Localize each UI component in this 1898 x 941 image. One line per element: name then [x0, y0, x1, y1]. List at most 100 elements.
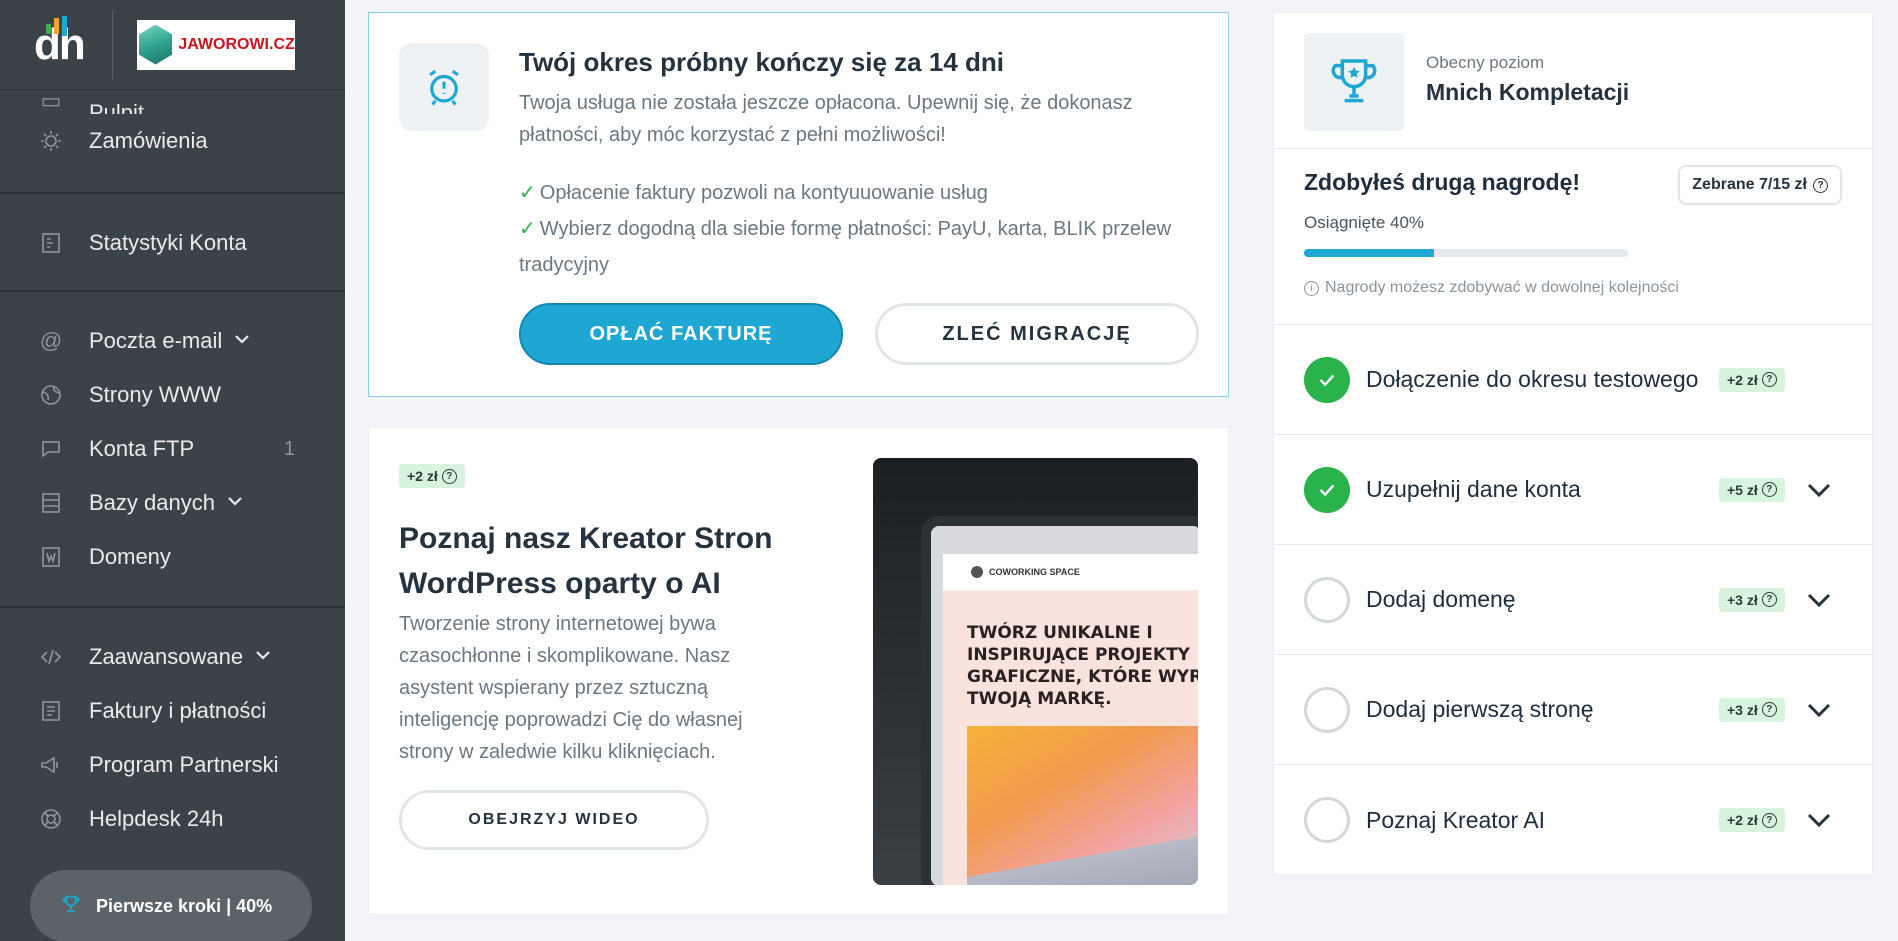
- help-icon[interactable]: ?: [1761, 812, 1777, 828]
- first-steps-label: Pierwsze kroki | 40%: [96, 895, 273, 916]
- alarm-clock-icon: [399, 43, 489, 131]
- level-name: Mnich Kompletacji: [1426, 79, 1630, 105]
- task-row: Dołączenie do okresu testowego +2 zł ?: [1274, 325, 1872, 435]
- sidebar-item-ftp[interactable]: Konta FTP 1: [0, 422, 345, 476]
- watch-video-button[interactable]: OBEJRZYJ WIDEO: [399, 790, 709, 850]
- bulb-icon: [38, 128, 64, 154]
- trophy-icon: [1304, 33, 1404, 131]
- check-item: ✓ Opłacenie faktury pozwoli na kontyuuowa…: [519, 182, 988, 204]
- trial-description: Twoja usługa nie została jeszcze opłacon…: [519, 92, 1133, 146]
- sidebar-item-zamowienia[interactable]: Zamówienia: [0, 114, 345, 168]
- reward-row: Zdobyłeś drugą nagrodę! Zebrane 7/15 zł …: [1274, 149, 1872, 325]
- help-icon: ?: [1813, 177, 1828, 193]
- progress-text: Osiągnięte 40%: [1304, 213, 1425, 232]
- sidebar-item-strony[interactable]: Strony WWW: [0, 368, 345, 422]
- order-migration-button[interactable]: ZLEĆ MIGRACJĘ: [875, 303, 1199, 365]
- sidebar-item-label: Konta FTP: [89, 436, 195, 461]
- sidebar: dh JAWOROWI.CZ ▭ Pulpit Zamówienia Staty…: [0, 0, 345, 941]
- sidebar-item-label: Pulpit: [89, 100, 145, 114]
- task-row[interactable]: Dodaj pierwszą stronę +3 zł ?: [1274, 655, 1872, 765]
- sidebar-item-bazy[interactable]: Bazy danych: [0, 476, 345, 530]
- help-icon[interactable]: ?: [1761, 592, 1777, 607]
- preview-headline: TWÓRZ UNIKALNE I INSPIRUJĄCE PROJEKTY GR…: [967, 623, 1198, 709]
- sidebar-item-pulpit[interactable]: ▭ Pulpit: [0, 90, 345, 114]
- brand-logo[interactable]: JAWOROWI.CZ: [136, 19, 295, 70]
- task-label: Dołączenie do okresu testowego: [1366, 366, 1699, 392]
- sidebar-item-label: Program Partnerski: [89, 752, 279, 777]
- help-icon[interactable]: ?: [441, 468, 457, 484]
- trial-card: Twój okres próbny kończy się za 14 dni T…: [368, 12, 1229, 397]
- task-list: Dołączenie do okresu testowego +2 zł ? U…: [1274, 325, 1872, 875]
- help-icon[interactable]: ?: [1761, 702, 1777, 717]
- database-icon: [38, 490, 64, 516]
- chevron-down-icon[interactable]: [1804, 475, 1834, 505]
- check-icon: ✓: [519, 218, 536, 240]
- empty-circle-icon: [1304, 686, 1350, 733]
- sidebar-item-partner[interactable]: Program Partnerski: [0, 738, 345, 792]
- check-icon: ✓: [519, 182, 536, 204]
- chevron-down-icon[interactable]: [1804, 695, 1834, 725]
- logo-separator: [111, 10, 113, 79]
- sidebar-item-statystyki[interactable]: Statystyki Konta: [0, 216, 345, 270]
- sidebar-item-zaawansowane[interactable]: Zaawansowane: [0, 630, 345, 684]
- sidebar-item-label: Faktury i płatności: [89, 698, 267, 723]
- sidebar-item-label: Helpdesk 24h: [89, 806, 224, 831]
- level-row: Obecny poziom Mnich Kompletacji: [1274, 13, 1872, 149]
- reward-badge: +5 zł ?: [1719, 477, 1785, 502]
- brand-cube-icon: [138, 24, 173, 65]
- progress-fill: [1304, 249, 1434, 257]
- sidebar-item-poczta[interactable]: @ Poczta e-mail: [0, 314, 345, 368]
- chevron-down-icon: [255, 648, 271, 666]
- task-row[interactable]: Poznaj Kreator AI +2 zł ?: [1274, 765, 1872, 875]
- invoice-icon: [38, 698, 64, 724]
- ftp-icon: [38, 436, 64, 462]
- reward-badge: +3 zł ?: [1719, 587, 1785, 612]
- check-item: ✓ Wybierz dogodną dla siebie formę płatno…: [519, 218, 1172, 276]
- at-icon: @: [39, 328, 63, 353]
- trophy-icon: [60, 893, 82, 920]
- reward-badge: +3 zł ?: [1719, 697, 1785, 722]
- help-icon[interactable]: ?: [1761, 482, 1777, 497]
- reward-badge: +2 zł ?: [1719, 808, 1785, 832]
- megaphone-icon: [38, 752, 64, 778]
- empty-circle-icon: [1304, 797, 1350, 843]
- logo-bars-icon: [46, 15, 67, 36]
- task-label: Uzupełnij dane konta: [1366, 476, 1581, 502]
- progress-panel: Obecny poziom Mnich Kompletacji Zdobyłeś…: [1273, 12, 1873, 875]
- pay-invoice-button[interactable]: OPŁAĆ FAKTURĘ: [519, 303, 843, 365]
- chevron-down-icon: [227, 494, 243, 512]
- brand-text: JAWOROWI.CZ: [178, 35, 295, 53]
- code-icon: [38, 644, 64, 670]
- trial-check-list: ✓ Opłacenie faktury pozwoli na kontyuuowa…: [519, 175, 1199, 283]
- sidebar-item-label: Poczta e-mail: [89, 328, 223, 353]
- sidebar-item-domeny[interactable]: Domeny: [0, 530, 345, 584]
- sidebar-item-faktury[interactable]: Faktury i płatności: [0, 684, 345, 738]
- dashboard-icon: ▭: [40, 90, 62, 113]
- preview-header: COWORKING SPACE: [943, 554, 1198, 590]
- info-icon: i: [1304, 280, 1319, 296]
- reward-badge: +2 zł ?: [1719, 367, 1785, 392]
- level-label: Obecny poziom: [1426, 53, 1545, 72]
- help-icon[interactable]: ?: [1761, 372, 1777, 387]
- chevron-down-icon: [234, 332, 250, 350]
- chevron-down-icon[interactable]: [1804, 805, 1834, 835]
- sidebar-item-helpdesk[interactable]: Helpdesk 24h: [0, 792, 345, 846]
- dh-logo[interactable]: dh: [34, 15, 86, 70]
- task-label: Dodaj pierwszą stronę: [1366, 696, 1594, 722]
- sidebar-item-label: Statystyki Konta: [89, 230, 247, 255]
- chevron-down-icon[interactable]: [1804, 585, 1834, 615]
- task-label: Dodaj domenę: [1366, 586, 1516, 612]
- progress-bar: [1304, 249, 1628, 257]
- ftp-count-badge: 1: [283, 437, 295, 460]
- ai-title: Poznaj nasz Kreator Stron WordPress opar…: [399, 522, 773, 600]
- globe-icon: [38, 382, 64, 408]
- collected-pill[interactable]: Zebrane 7/15 zł ?: [1678, 165, 1842, 205]
- check-circle-icon: [1304, 466, 1350, 513]
- sidebar-item-label: Strony WWW: [89, 382, 221, 407]
- coworking-logo-icon: [971, 566, 983, 578]
- check-circle-icon: [1304, 356, 1350, 403]
- reward-badge: +2 zł ?: [399, 464, 465, 488]
- first-steps-button[interactable]: Pierwsze kroki | 40%: [30, 870, 312, 941]
- task-row[interactable]: Dodaj domenę +3 zł ?: [1274, 545, 1872, 655]
- task-row[interactable]: Uzupełnij dane konta +5 zł ?: [1274, 435, 1872, 545]
